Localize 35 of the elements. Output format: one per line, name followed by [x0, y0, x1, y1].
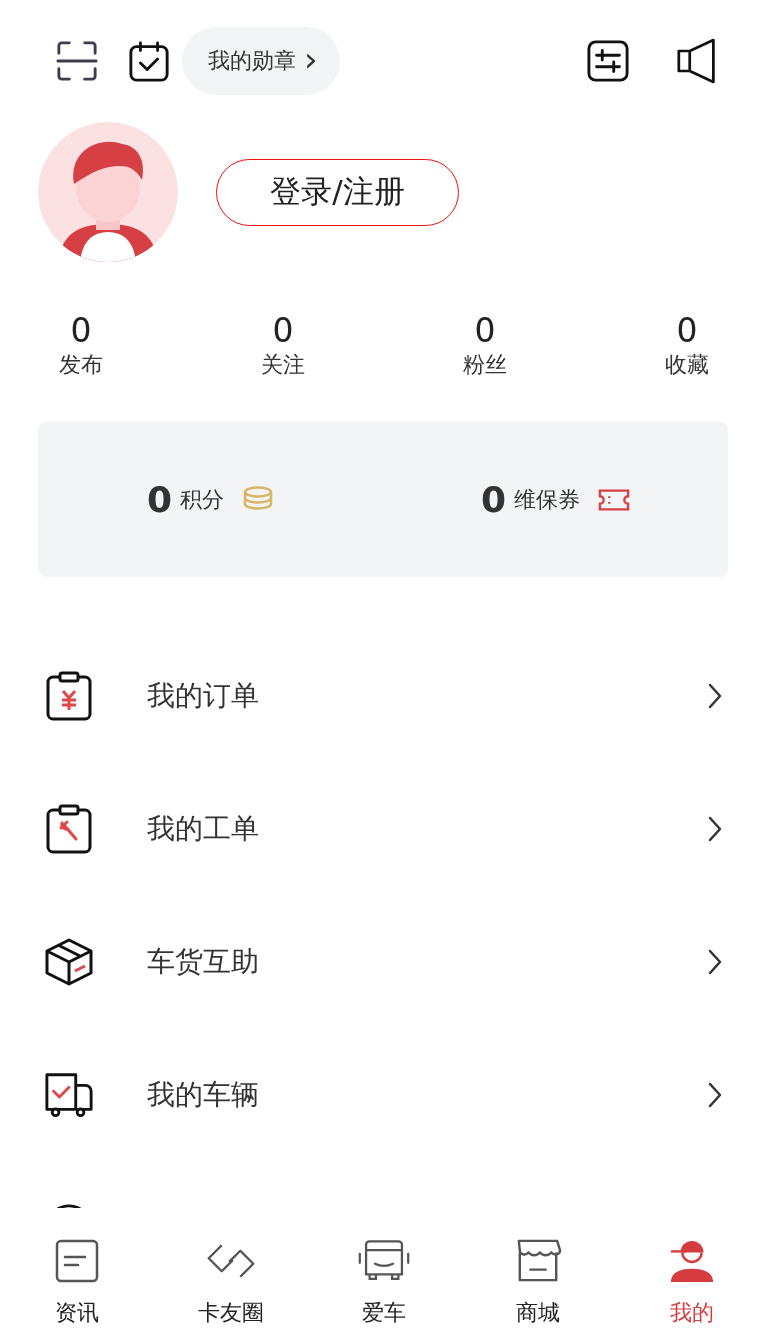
box-icon [44, 936, 94, 987]
chevron-right-icon[interactable] [707, 815, 723, 842]
nav-tab[interactable]: 商城 [461, 1208, 616, 1335]
wallet-label[interactable]: 维保券 [514, 484, 581, 515]
chevron-right-icon[interactable] [707, 682, 723, 709]
login-button[interactable]: 登录/注册 [216, 158, 459, 226]
wallet-count: 0 [146, 479, 173, 520]
chevron-right-icon[interactable] [707, 1081, 723, 1108]
menu-item[interactable]: 我的订单 [147, 676, 259, 715]
stat-label[interactable]: 粉丝 [463, 350, 507, 380]
stat-count: 0 [676, 312, 698, 350]
stat-label[interactable]: 收藏 [665, 350, 709, 380]
chevron-right-icon[interactable] [707, 948, 723, 975]
scan-icon[interactable] [56, 40, 98, 82]
nav-tab[interactable]: 爱车 [307, 1208, 462, 1335]
nav-tab[interactable]: 资讯 [0, 1208, 154, 1335]
clipboard-wrench-icon [44, 803, 94, 854]
stat-label[interactable]: 发布 [59, 350, 103, 380]
avatar[interactable] [38, 122, 178, 262]
stat-count: 0 [474, 312, 496, 350]
wallet-count: 0 [480, 479, 507, 520]
stat-count: 0 [70, 312, 92, 350]
menu-item[interactable]: 车货互助 [147, 942, 259, 981]
speaker-icon[interactable] [677, 37, 717, 85]
nav-tab[interactable]: 我的 [615, 1208, 769, 1335]
stat-count: 0 [272, 312, 294, 350]
nav-tab[interactable]: 卡友圈 [153, 1208, 308, 1335]
settings-icon[interactable] [587, 40, 629, 82]
menu-item[interactable]: 我的工单 [147, 809, 259, 848]
wallet-label[interactable]: 积分 [180, 484, 225, 515]
menu-item[interactable]: 我的车辆 [147, 1075, 259, 1114]
calendar-check-icon[interactable] [128, 40, 170, 82]
clipboard-yen-icon [44, 670, 94, 721]
stat-label[interactable]: 关注 [261, 350, 305, 380]
badge-button[interactable]: 我的勋章 › [182, 27, 340, 95]
